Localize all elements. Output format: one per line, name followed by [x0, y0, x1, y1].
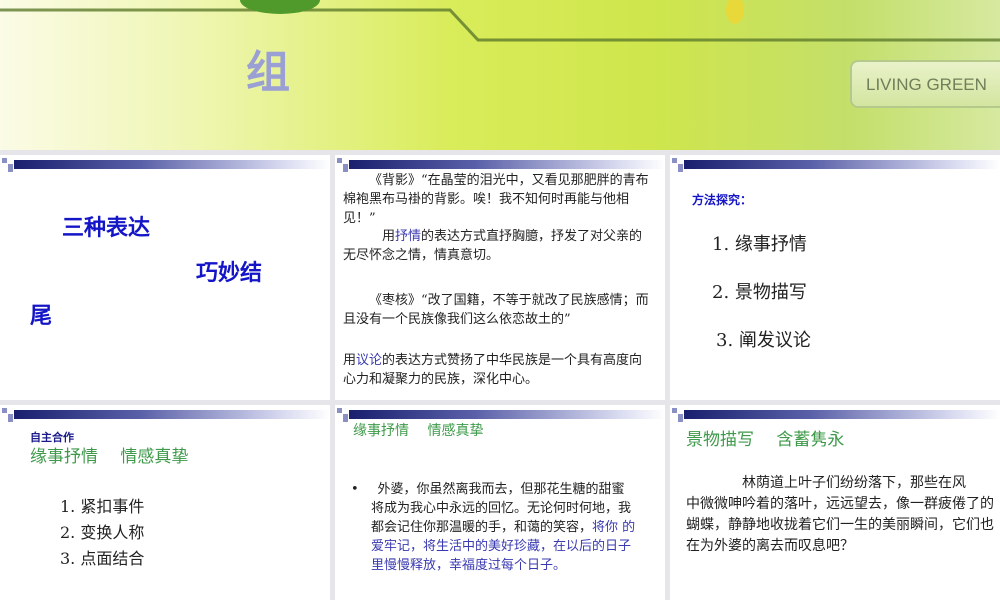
analysis-text: 用抒情的表达方式直抒胸臆，抒发了对父亲的无尽怀念之情，情真意切。 — [343, 229, 643, 263]
slide-thumbnail-2[interactable]: 《背影》“在晶莹的泪光中，又看见那肥胖的青布棉袍黑布马褂的背影。唉！我不知何时再… — [335, 155, 665, 400]
slide-header-bar — [0, 408, 330, 422]
slide-thumbnail-4[interactable]: 自主合作 缘事抒情 情感真挚 1. 紧扣事件 2. 变换人称 3. 点面结合 — [0, 405, 330, 600]
quote-text: 《枣核》“改了国籍，不等于就改了民族感情；而且没有一个民族像我们这么依恋故土的” — [343, 293, 649, 327]
slide-header-bar — [335, 158, 665, 172]
slide-header-bar — [335, 408, 665, 422]
slide-title: 方法探究： — [692, 193, 753, 207]
slide-thumbnail-1[interactable]: 三种表达 巧妙结 尾 — [0, 155, 330, 400]
slide-subtitle: 缘事抒情 情感真挚 — [30, 447, 189, 467]
example-text: 外婆，你虽然离我而去，但那花生糖的甜蜜将成为我心中永远的回忆。无论何时何地，我都… — [371, 482, 636, 573]
slide-thumbnail-3[interactable]: 方法探究： 1. 缘事抒情 2. 景物描写 3. 阐发议论 — [670, 155, 1000, 400]
list-item: 1. 紧扣事件 — [60, 497, 145, 516]
list-item: 2. 景物描写 — [712, 282, 807, 303]
slide-thumbnail-6[interactable]: 景物描写 含蓄隽永 林荫道上叶子们纷纷落下，那些在风 中微微呻吟着的落叶，远远望… — [670, 405, 1000, 600]
living-green-badge[interactable]: LIVING GREEN — [850, 60, 1000, 108]
slide-title: 缘事抒情 情感真挚 — [353, 423, 484, 439]
slide-title: 景物描写 含蓄隽永 — [686, 430, 845, 450]
list-item: 3. 阐发议论 — [716, 330, 811, 351]
list-item: 1. 缘事抒情 — [712, 234, 807, 255]
list-item: 3. 点面结合 — [60, 549, 145, 568]
analysis-text: 用议论的表达方式赞扬了中华民族是一个具有高度向心力和凝聚力的民族，深化中心。 — [343, 353, 643, 387]
slide-title-line: 巧妙结 — [196, 261, 263, 286]
quote-text: 《背影》“在晶莹的泪光中，又看见那肥胖的青布棉袍黑布马褂的背影。唉！我不知何时再… — [343, 173, 649, 226]
slide-thumbnail-5[interactable]: 缘事抒情 情感真挚 • 外婆，你虽然离我而去，但那花生糖的甜蜜将成为我心中永远的… — [335, 405, 665, 600]
banner-title: 组 — [246, 47, 290, 98]
list-item: 2. 变换人称 — [60, 523, 145, 542]
leaf-icon — [240, 0, 320, 14]
slide-title-line: 尾 — [30, 304, 53, 329]
section-label: 自主合作 — [30, 431, 74, 444]
flower-icon — [726, 0, 744, 24]
example-text: 林荫道上叶子们纷纷落下，那些在风 中微微呻吟着的落叶，远远望去，像一群疲倦了的蝴… — [686, 475, 994, 554]
slide-header-bar — [0, 158, 330, 172]
slide-title-line: 三种表达 — [62, 216, 151, 241]
slide-header-bar — [670, 158, 1000, 172]
bullet-icon: • — [351, 482, 359, 497]
slide-header-bar — [670, 408, 1000, 422]
title-banner: 组 LIVING GREEN — [0, 0, 1000, 150]
